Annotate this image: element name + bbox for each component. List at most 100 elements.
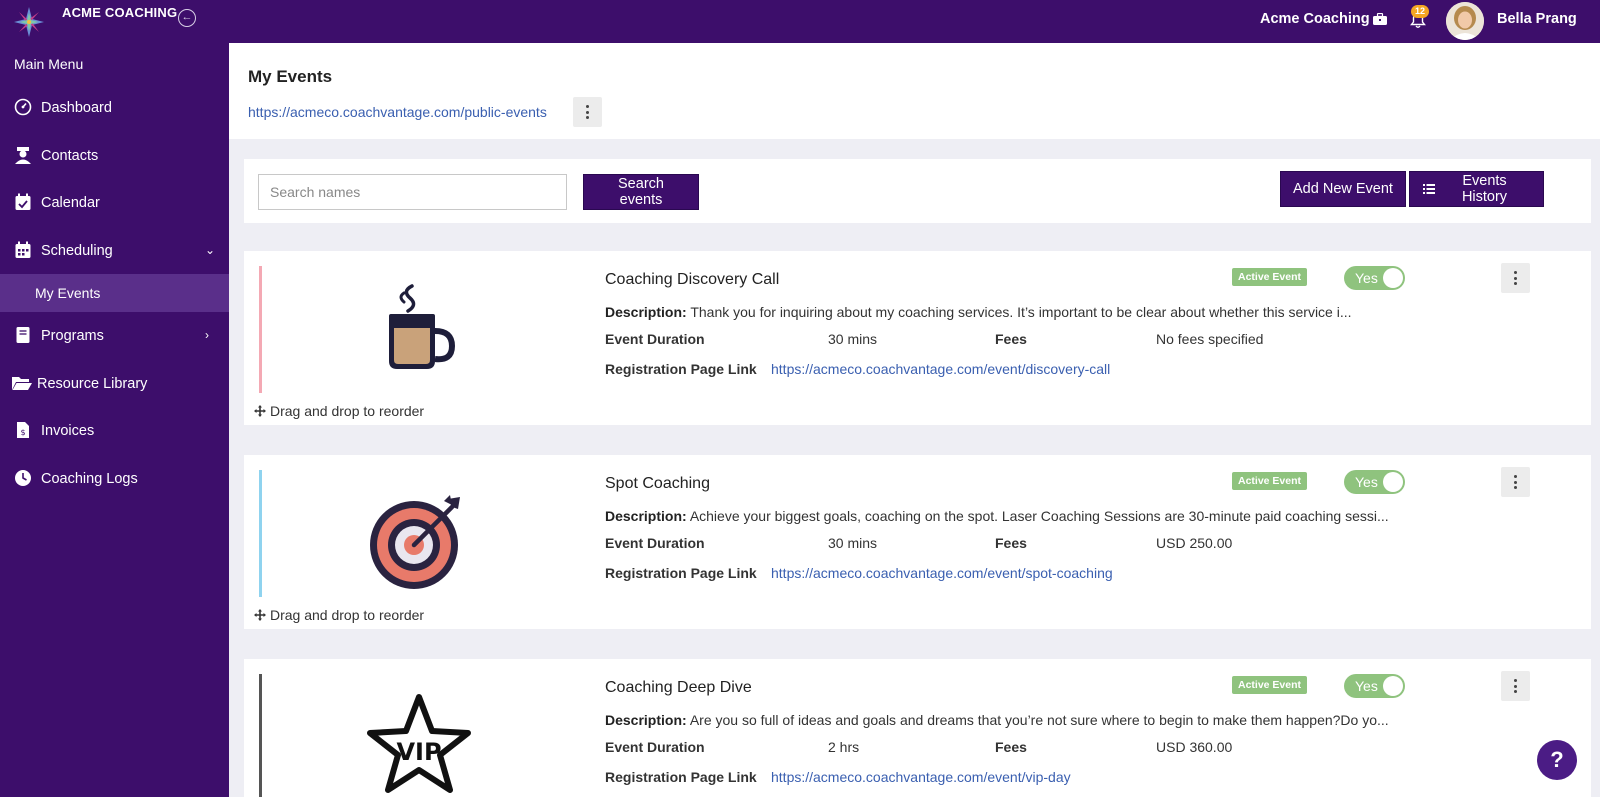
sidebar-item-label: My Events <box>35 285 101 301</box>
page-header: My Events https://acmeco.coachvantage.co… <box>229 43 1600 139</box>
fees-label: Fees <box>995 739 1027 755</box>
events-history-label: Events History <box>1461 173 1508 205</box>
active-event-badge: Active Event <box>1232 472 1308 490</box>
drag-handle[interactable]: Drag and drop to reorder <box>254 403 424 419</box>
active-event-badge: Active Event <box>1232 268 1308 286</box>
page-title: My Events <box>248 67 333 86</box>
duration-value: 2 hrs <box>828 739 860 755</box>
description-label: Description: <box>605 712 687 728</box>
org-name[interactable]: Acme Coaching <box>1260 11 1370 27</box>
active-event-badge: Active Event <box>1232 676 1308 694</box>
event-accent-bar <box>259 470 262 597</box>
search-events-button[interactable]: Search events <box>583 174 699 210</box>
move-icon <box>254 405 266 417</box>
sidebar-item-label: Invoices <box>41 423 95 439</box>
event-menu-button[interactable] <box>1501 263 1530 293</box>
list-icon <box>1423 184 1435 194</box>
event-menu-button[interactable] <box>1501 467 1530 497</box>
toggle-label: Yes <box>1355 474 1378 490</box>
sidebar-item-dashboard[interactable]: Dashboard <box>0 88 229 128</box>
registration-label: Registration Page Link <box>605 565 757 581</box>
sidebar-item-label: Scheduling <box>41 243 113 259</box>
vip-star-icon: VIP <box>367 694 471 793</box>
sidebar-item-calendar[interactable]: Calendar <box>0 183 229 223</box>
event-description: Description: Achieve your biggest goals,… <box>605 508 1435 524</box>
briefcase-icon <box>1373 13 1387 25</box>
sidebar-item-label: Calendar <box>41 195 100 211</box>
speedometer-icon <box>14 98 32 116</box>
event-card: Coaching Discovery Call Active Event Yes… <box>244 251 1591 425</box>
fees-value: USD 250.00 <box>1156 535 1233 551</box>
svg-text:$: $ <box>20 428 25 437</box>
registration-link[interactable]: https://acmeco.coachvantage.com/event/vi… <box>771 769 1071 785</box>
book-icon <box>16 327 30 343</box>
registration-link[interactable]: https://acmeco.coachvantage.com/event/sp… <box>771 565 1113 581</box>
toggle-knob <box>1383 268 1403 288</box>
svg-text:VIP: VIP <box>396 738 441 766</box>
sidebar-item-scheduling[interactable]: Scheduling ⌄ <box>0 231 229 271</box>
search-names-input[interactable] <box>258 174 567 210</box>
user-avatar[interactable] <box>1446 2 1484 40</box>
chevron-right-icon: › <box>205 328 209 342</box>
user-name[interactable]: Bella Prang <box>1497 11 1577 27</box>
event-title[interactable]: Coaching Deep Dive <box>605 679 752 697</box>
chevron-down-icon: ⌄ <box>205 243 216 257</box>
active-toggle[interactable]: Yes <box>1344 470 1405 494</box>
sidebar-item-resource-library[interactable]: Resource Library <box>0 364 229 404</box>
top-bar: ACME COACHING ← Acme Coaching 12 Bella P… <box>0 0 1600 43</box>
avatar-photo-icon <box>1446 2 1484 40</box>
arrow-left-icon: ← <box>181 11 193 23</box>
invoice-icon: $ <box>17 422 29 438</box>
active-toggle[interactable]: Yes <box>1344 266 1405 290</box>
duration-label: Event Duration <box>605 739 705 755</box>
event-accent-bar <box>259 266 262 393</box>
sidebar-item-label: Coaching Logs <box>41 471 138 487</box>
collapse-sidebar-button[interactable]: ← <box>178 9 196 27</box>
sidebar-item-my-events[interactable]: My Events <box>0 274 229 312</box>
event-card: Spot Coaching Active Event Yes Descripti… <box>244 455 1591 629</box>
registration-link[interactable]: https://acmeco.coachvantage.com/event/di… <box>771 361 1110 377</box>
toggle-knob <box>1383 676 1403 696</box>
public-events-link[interactable]: https://acmeco.coachvantage.com/public-e… <box>248 104 547 120</box>
sidebar-item-coaching-logs[interactable]: Coaching Logs <box>0 459 229 499</box>
sidebar: Main Menu Dashboard Contacts Calendar Sc… <box>0 43 229 797</box>
sidebar-item-label: Contacts <box>41 148 99 164</box>
add-new-event-button[interactable]: Add New Event <box>1280 171 1406 207</box>
duration-value: 30 mins <box>828 535 878 551</box>
brand-name: ACME COACHING <box>62 5 178 20</box>
help-button[interactable]: ? <box>1537 740 1577 780</box>
sidebar-item-label: Resource Library <box>37 376 148 392</box>
target-dart-icon <box>370 495 460 589</box>
event-card: VIP Coaching Deep Dive Active Event Yes … <box>244 659 1591 797</box>
sidebar-item-programs[interactable]: Programs › <box>0 316 229 356</box>
search-panel: Search events Add New Event Events Histo… <box>244 159 1591 223</box>
public-link-menu-button[interactable] <box>573 97 602 127</box>
duration-label: Event Duration <box>605 535 705 551</box>
description-label: Description: <box>605 508 687 524</box>
event-title[interactable]: Coaching Discovery Call <box>605 271 779 289</box>
sidebar-item-invoices[interactable]: $ Invoices <box>0 411 229 451</box>
notification-count-badge: 12 <box>1411 5 1430 18</box>
event-menu-button[interactable] <box>1501 671 1530 701</box>
contacts-icon <box>15 147 31 164</box>
coffee-mug-icon <box>389 284 456 369</box>
drag-label: Drag and drop to reorder <box>270 607 425 623</box>
toggle-knob <box>1383 472 1403 492</box>
calendar-grid-icon <box>15 241 31 258</box>
description-label: Description: <box>605 304 687 320</box>
drag-label: Drag and drop to reorder <box>270 403 425 419</box>
duration-value: 30 mins <box>828 331 878 347</box>
calendar-check-icon <box>15 193 31 210</box>
registration-label: Registration Page Link <box>605 769 757 785</box>
fees-value: No fees specified <box>1156 331 1264 347</box>
event-description: Description: Are you so full of ideas an… <box>605 712 1435 728</box>
registration-label: Registration Page Link <box>605 361 757 377</box>
drag-handle[interactable]: Drag and drop to reorder <box>254 607 424 623</box>
event-title[interactable]: Spot Coaching <box>605 475 710 493</box>
sidebar-item-label: Dashboard <box>41 100 112 116</box>
toggle-label: Yes <box>1355 270 1378 286</box>
events-history-button[interactable]: Events History <box>1409 171 1544 207</box>
active-toggle[interactable]: Yes <box>1344 674 1405 698</box>
sidebar-item-contacts[interactable]: Contacts <box>0 136 229 176</box>
toggle-label: Yes <box>1355 678 1378 694</box>
